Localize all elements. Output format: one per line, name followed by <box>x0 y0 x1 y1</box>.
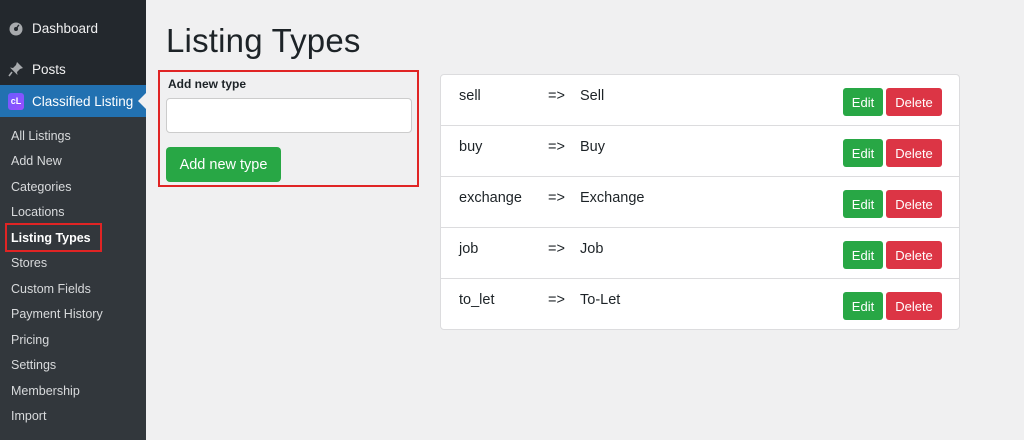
submenu-import[interactable]: Import <box>11 407 46 425</box>
submenu-categories[interactable]: Categories <box>11 178 71 196</box>
list-item: buy => Buy Edit Delete <box>441 126 959 177</box>
menu-item-label: Classified Listing <box>32 93 134 109</box>
type-value: Job <box>580 241 604 257</box>
add-type-label: Add new type <box>168 77 247 91</box>
delete-button[interactable]: Delete <box>886 241 942 269</box>
type-value: Exchange <box>580 190 645 206</box>
list-item: job => Job Edit Delete <box>441 228 959 279</box>
submenu-add-new[interactable]: Add New <box>11 152 62 170</box>
type-key: buy <box>459 139 483 155</box>
classified-listing-submenu: All Listings Add New Categories Location… <box>0 117 146 440</box>
type-key: exchange <box>459 190 522 206</box>
submenu-stores[interactable]: Stores <box>11 254 47 272</box>
delete-button[interactable]: Delete <box>886 190 942 218</box>
menu-item-posts[interactable]: Posts <box>0 53 146 85</box>
edit-button[interactable]: Edit <box>843 139 883 167</box>
list-item: to_let => To-Let Edit Delete <box>441 279 959 330</box>
classified-listing-logo: cL <box>8 92 24 110</box>
list-item: exchange => Exchange Edit Delete <box>441 177 959 228</box>
dashboard-icon <box>8 20 24 36</box>
page-title: Listing Types <box>166 22 361 59</box>
edit-button[interactable]: Edit <box>843 190 883 218</box>
type-arrow: => <box>548 190 565 206</box>
menu-item-label: Dashboard <box>32 20 99 36</box>
listing-types-list: sell => Sell Edit Delete buy => Buy Edit… <box>440 74 960 330</box>
submenu-settings[interactable]: Settings <box>11 356 56 374</box>
highlight-box-listing-types <box>5 223 102 252</box>
type-value: Buy <box>580 139 605 155</box>
submenu-locations[interactable]: Locations <box>11 203 65 221</box>
type-value: To-Let <box>580 292 621 308</box>
menu-item-classified-listing[interactable]: cL Classified Listing <box>0 85 146 117</box>
submenu-pricing[interactable]: Pricing <box>11 331 49 349</box>
type-value: Sell <box>580 88 605 104</box>
submenu-payment-history[interactable]: Payment History <box>11 305 103 323</box>
type-arrow: => <box>548 88 565 104</box>
delete-button[interactable]: Delete <box>886 88 942 116</box>
add-type-panel: Add new type Add new type <box>158 70 419 187</box>
new-type-input[interactable] <box>166 98 412 133</box>
edit-button[interactable]: Edit <box>843 292 883 320</box>
type-key: to_let <box>459 292 495 308</box>
delete-button[interactable]: Delete <box>886 139 942 167</box>
menu-item-label: Posts <box>32 61 66 77</box>
edit-button[interactable]: Edit <box>843 88 883 116</box>
submenu-membership[interactable]: Membership <box>11 382 80 400</box>
type-arrow: => <box>548 241 565 257</box>
delete-button[interactable]: Delete <box>886 292 942 320</box>
type-key: sell <box>459 88 481 104</box>
admin-sidebar: Dashboard Posts cL Classified Listing Al… <box>0 0 146 440</box>
menu-item-dashboard[interactable]: Dashboard <box>0 12 146 44</box>
add-new-type-button[interactable]: Add new type <box>166 147 281 182</box>
type-key: job <box>459 241 479 257</box>
submenu-all-listings[interactable]: All Listings <box>11 127 71 145</box>
pin-icon <box>8 61 24 77</box>
type-arrow: => <box>548 292 565 308</box>
type-arrow: => <box>548 139 565 155</box>
list-item: sell => Sell Edit Delete <box>441 75 959 126</box>
submenu-custom-fields[interactable]: Custom Fields <box>11 280 91 298</box>
edit-button[interactable]: Edit <box>843 241 883 269</box>
